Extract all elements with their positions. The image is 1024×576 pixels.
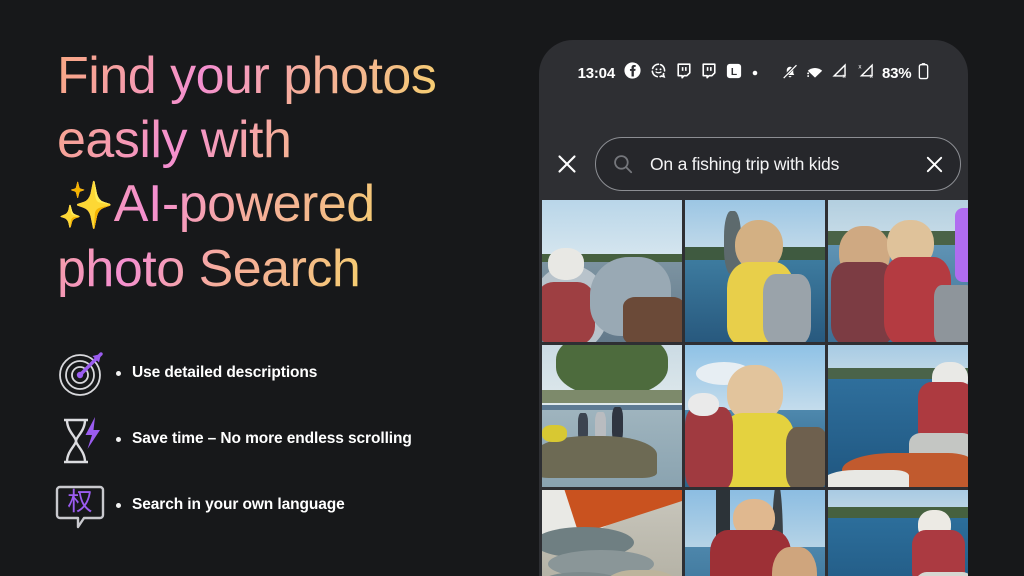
photo-thumbnail[interactable] (542, 200, 682, 342)
close-search-button[interactable] (539, 135, 595, 193)
promo-screenshot: Find your photos easily with ✨AI-powered… (0, 0, 1024, 576)
photo-results-grid[interactable] (542, 200, 968, 576)
svg-text:L: L (731, 66, 737, 77)
sim2-no-signal-icon: x x (855, 62, 875, 84)
list-item-label: Use detailed descriptions (132, 364, 318, 381)
battery-icon (918, 62, 929, 85)
dot-icon (751, 64, 759, 82)
feature-list: Use detailed descriptions Save time – No… (54, 340, 524, 538)
hourglass-lightning-icon (54, 411, 110, 467)
list-item: Use detailed descriptions (54, 340, 524, 406)
marketing-panel: Find your photos easily with ✨AI-powered… (0, 0, 530, 576)
bullet-dot (116, 436, 121, 442)
status-bar-right: x x x 83% (781, 62, 929, 85)
photo-thumbnail[interactable] (828, 200, 968, 342)
status-bar-left: 13:04 L (578, 62, 759, 84)
photo-thumbnail[interactable] (685, 200, 825, 342)
headline-line-3: AI-powered (113, 175, 375, 233)
bullet-dot (116, 502, 121, 508)
photo-thumbnail[interactable] (828, 490, 968, 576)
facebook-icon (624, 62, 641, 84)
svg-text:x: x (870, 73, 874, 79)
headline-line-2: easily with (57, 111, 292, 169)
search-icon (596, 153, 650, 175)
list-item: 权 Search in your own language (54, 472, 524, 538)
twitch-icon (701, 62, 717, 84)
scrollbar-thumb[interactable] (955, 208, 968, 282)
svg-text:x: x (842, 73, 846, 79)
sim1-no-signal-icon: x (831, 62, 848, 84)
battery-percent: 83% (881, 64, 912, 82)
clear-search-button[interactable] (908, 154, 960, 175)
bullet-dot (116, 370, 121, 376)
bell-muted-icon (781, 62, 799, 85)
search-input[interactable]: On a fishing trip with kids (595, 137, 961, 191)
target-dart-icon (54, 345, 110, 401)
status-bar: 13:04 L x x x 83% (539, 58, 968, 88)
sparkles-icon: ✨ (57, 179, 114, 231)
language-bubble-icon: 权 (54, 477, 110, 533)
signal-messenger-icon (650, 62, 667, 84)
svg-text:x: x (858, 63, 862, 70)
letter-l-badge-icon: L (726, 63, 742, 84)
list-item-label: Search in your own language (132, 496, 345, 513)
photo-thumbnail[interactable] (685, 345, 825, 487)
page-title: Find your photos easily with ✨AI-powered… (57, 44, 517, 301)
twitch-icon (676, 62, 692, 84)
wifi-icon (806, 62, 824, 85)
photo-thumbnail[interactable] (828, 345, 968, 487)
headline-line-1: Find your photos (57, 47, 437, 105)
list-item-label: Save time – No more endless scrolling (132, 430, 412, 447)
photo-thumbnail[interactable] (685, 490, 825, 576)
search-bar: On a fishing trip with kids (539, 135, 968, 193)
list-item: Save time – No more endless scrolling (54, 406, 524, 472)
language-glyph: 权 (67, 487, 92, 516)
phone-mockup: 13:04 L x x x 83% On a fishing trip with… (539, 40, 968, 576)
photo-thumbnail[interactable] (542, 345, 682, 487)
search-query-text[interactable]: On a fishing trip with kids (650, 154, 908, 175)
headline-line-4: photo Search (57, 240, 361, 298)
photo-thumbnail[interactable] (542, 490, 682, 576)
status-clock: 13:04 (577, 64, 616, 82)
